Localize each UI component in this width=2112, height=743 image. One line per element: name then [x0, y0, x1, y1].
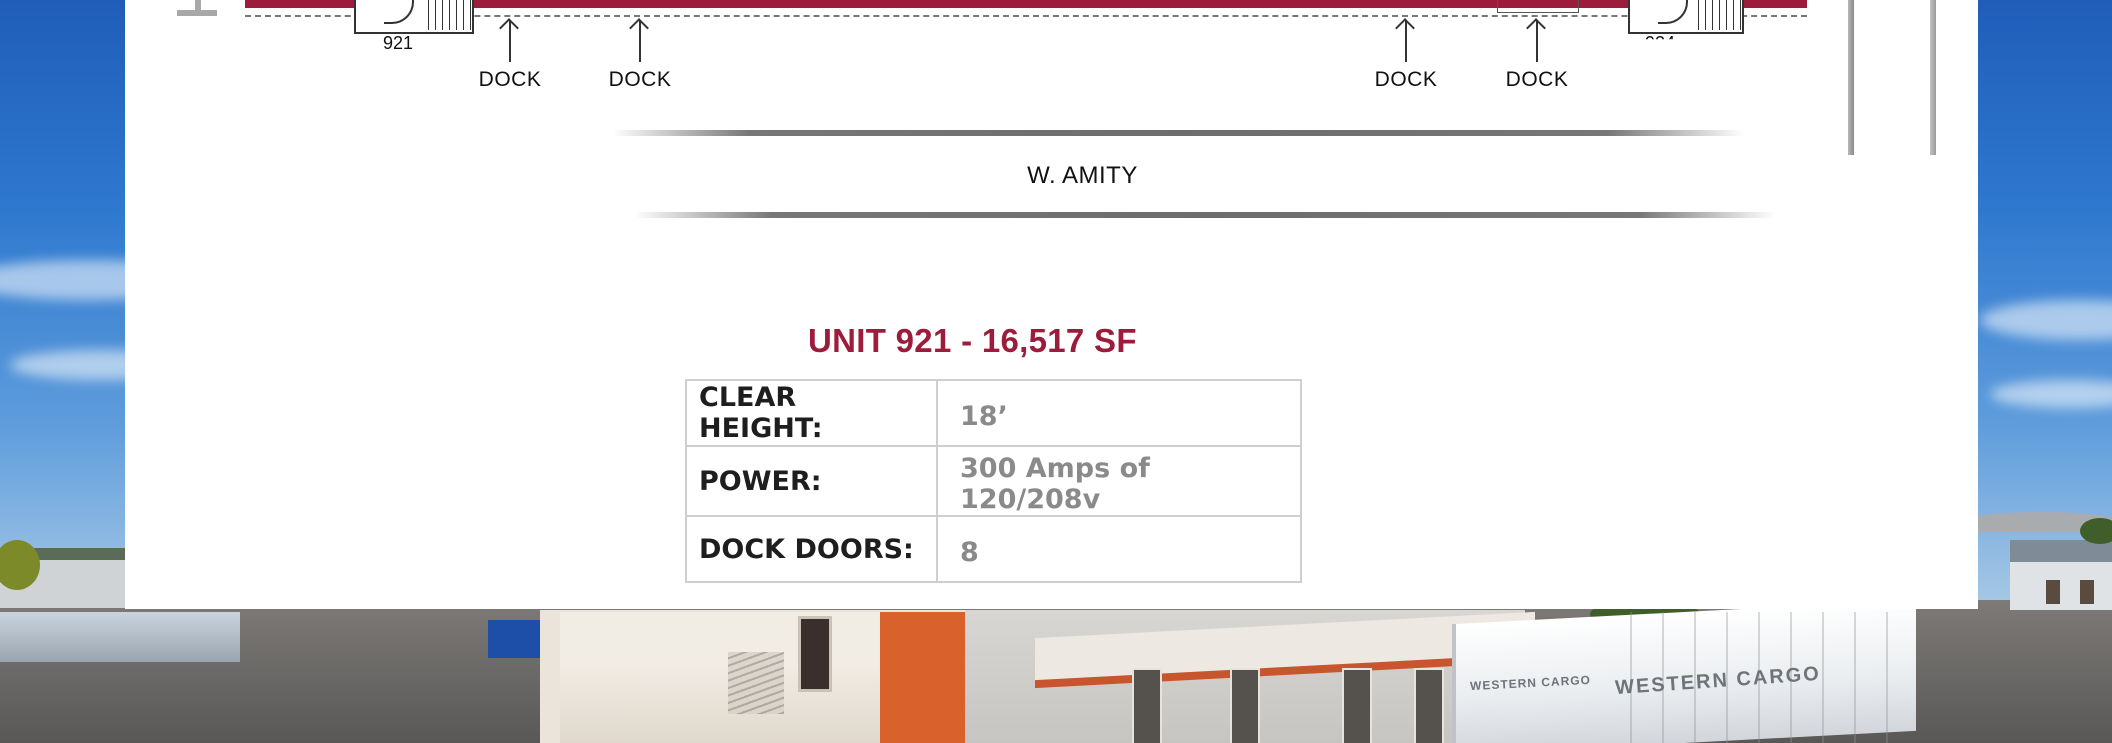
unit-specs-table: CLEAR HEIGHT: 18’ POWER: 300 Amps of 120…	[685, 379, 1302, 583]
truck	[0, 612, 240, 662]
street-name-text: W. AMITY	[1027, 162, 1138, 189]
dock-label: DOCK	[1505, 68, 1569, 91]
plan-fixture	[1497, 0, 1579, 13]
road-edge-line	[613, 130, 1743, 136]
roll-up-door	[1342, 668, 1372, 743]
dock-marker: DOCK	[465, 18, 555, 92]
up-arrow-icon	[1492, 18, 1582, 62]
stair-treads	[1692, 0, 1742, 30]
spec-value: 18’	[936, 379, 1302, 447]
street-name: W. AMITY	[125, 162, 1978, 190]
building-door	[2046, 580, 2060, 604]
unit-title: UNIT 921 - 16,517 SF	[808, 322, 1137, 359]
brochure-page: 921 924 DOCK DOCK DOCK DOCK W. AMITY UNI…	[125, 0, 1978, 609]
dock-label: DOCK	[478, 68, 542, 91]
door-swing	[1658, 0, 1688, 24]
tree	[2080, 518, 2112, 544]
plan-wall	[1930, 0, 1936, 155]
dock-marker: DOCK	[1492, 18, 1582, 92]
dock-marker: DOCK	[595, 18, 685, 92]
entry-stair	[1628, 0, 1744, 34]
site-plan: 921 924 DOCK DOCK DOCK DOCK W. AMITY	[125, 0, 1978, 218]
spec-label: POWER:	[685, 445, 938, 517]
up-arrow-icon	[1361, 18, 1451, 62]
up-arrow-icon	[595, 18, 685, 62]
table-row: POWER: 300 Amps of 120/208v	[685, 445, 1302, 517]
table-row: CLEAR HEIGHT: 18’	[685, 379, 1302, 447]
spec-value: 8	[936, 515, 1302, 583]
building-door	[2080, 580, 2094, 604]
unit-number-label: 924	[1645, 33, 1676, 53]
dock-label: DOCK	[1374, 68, 1438, 91]
roll-up-door	[1230, 668, 1260, 743]
distant-building	[2010, 562, 2112, 610]
plan-marker	[195, 0, 201, 14]
up-arrow-icon	[465, 18, 555, 62]
dock-marker: DOCK	[1361, 18, 1451, 92]
warehouse-stairs	[728, 652, 784, 714]
property-line	[245, 15, 1807, 17]
unit-number-label: 921	[383, 33, 414, 53]
table-row: DOCK DOORS: 8	[685, 515, 1302, 583]
door-swing	[384, 0, 414, 24]
spec-value: 300 Amps of 120/208v	[936, 445, 1302, 517]
plan-wall	[1848, 0, 1854, 155]
dock-label: DOCK	[608, 68, 672, 91]
road-edge-line	[635, 212, 1775, 218]
roll-up-door	[1132, 668, 1162, 743]
warehouse-door	[798, 616, 832, 692]
spec-label: DOCK DOORS:	[685, 515, 938, 583]
entry-stair	[354, 0, 474, 34]
roll-up-door	[1414, 668, 1444, 743]
spec-label: CLEAR HEIGHT:	[685, 379, 938, 447]
warehouse-left-trim	[880, 612, 970, 743]
